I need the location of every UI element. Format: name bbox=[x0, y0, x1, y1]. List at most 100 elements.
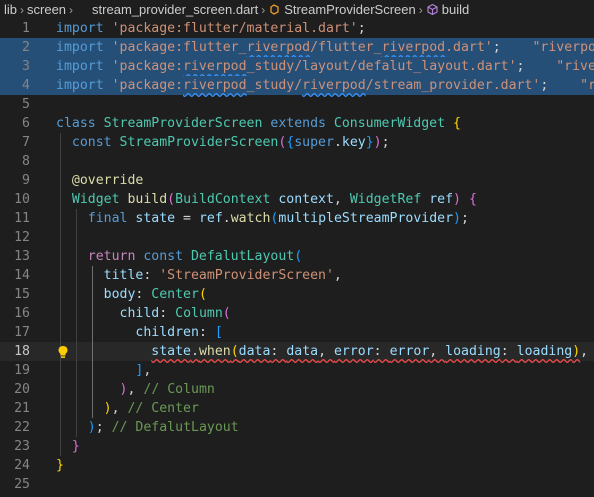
code-token: key bbox=[341, 135, 366, 150]
code-token: WidgetRef bbox=[349, 192, 430, 207]
code-token: , bbox=[127, 382, 144, 397]
breadcrumb-label-screen: screen bbox=[27, 2, 67, 17]
code-line[interactable]: 6 class StreamProviderScreen extends Cons… bbox=[0, 114, 594, 133]
line-number: 3 bbox=[22, 59, 30, 74]
code-text: return const DefalutLayout( bbox=[56, 247, 302, 266]
code-line[interactable]: 17 children: [ bbox=[0, 323, 594, 342]
code-text: ), // Center bbox=[56, 399, 199, 418]
code-token: "riverp bbox=[556, 59, 594, 74]
code-line[interactable]: 9 @override bbox=[0, 171, 594, 190]
code-line[interactable]: 7 const StreamProviderScreen({super.key}… bbox=[0, 133, 594, 152]
code-line[interactable]: 11 final state = ref.watch(multipleStrea… bbox=[0, 209, 594, 228]
breadcrumb-label-method: build bbox=[441, 2, 470, 17]
code-token: ( bbox=[294, 249, 303, 264]
code-token: 'StreamProviderScreen' bbox=[159, 268, 334, 283]
code-line[interactable]: 5 bbox=[0, 95, 594, 114]
code-text: @override bbox=[56, 171, 143, 190]
code-text: title: 'StreamProviderScreen', bbox=[56, 266, 342, 285]
breadcrumb: lib › screen › stream_provider_screen.da… bbox=[0, 0, 594, 19]
code-token: context bbox=[278, 192, 334, 207]
code-token: ) bbox=[453, 211, 461, 226]
lightbulb-icon[interactable] bbox=[57, 344, 69, 358]
code-line[interactable]: 3 import 'package:riverpod_study/layout/d… bbox=[0, 57, 594, 76]
line-number: 5 bbox=[22, 97, 30, 112]
line-number: 21 bbox=[14, 401, 30, 416]
line-number: 23 bbox=[14, 439, 30, 454]
breadcrumb-class[interactable]: StreamProviderScreen bbox=[268, 2, 416, 17]
code-token: Column bbox=[175, 306, 223, 321]
breadcrumb-lib[interactable]: lib bbox=[4, 2, 17, 17]
code-line[interactable]: 8 bbox=[0, 152, 594, 171]
class-icon bbox=[268, 3, 281, 16]
code-token: StreamProviderScreen bbox=[103, 116, 271, 131]
code-line[interactable]: 23 } bbox=[0, 437, 594, 456]
code-line[interactable]: 20 ), // Column bbox=[0, 380, 594, 399]
code-token: // DefalutLayout bbox=[111, 420, 239, 435]
code-token: error bbox=[333, 344, 374, 359]
line-number: 12 bbox=[14, 230, 30, 245]
line-number: 4 bbox=[22, 78, 30, 93]
code-token: : bbox=[373, 344, 390, 359]
dart-file-icon bbox=[76, 3, 89, 16]
code-text: const StreamProviderScreen({super.key}); bbox=[56, 133, 390, 152]
code-line[interactable]: 1 import 'package:flutter/material.dart'; bbox=[0, 19, 594, 38]
code-line[interactable]: 16 child: Column( bbox=[0, 304, 594, 323]
code-token: } bbox=[71, 439, 80, 454]
code-line[interactable]: 10 Widget build(BuildContext context, Wi… bbox=[0, 190, 594, 209]
code-token: BuildContext bbox=[175, 192, 279, 207]
code-token: riverpod bbox=[381, 40, 446, 55]
breadcrumb-screen[interactable]: screen bbox=[27, 2, 66, 17]
code-line[interactable]: 15 body: Center( bbox=[0, 285, 594, 304]
code-line[interactable]: 24} bbox=[0, 456, 594, 475]
breadcrumb-method[interactable]: build bbox=[426, 2, 469, 17]
code-token: watch bbox=[230, 211, 271, 226]
code-token: riverpod bbox=[246, 40, 311, 55]
code-token: ( bbox=[198, 287, 207, 302]
code-token: final bbox=[87, 211, 136, 226]
code-token: const bbox=[143, 249, 191, 264]
code-line[interactable]: 2 import 'package:flutter_riverpod/flutte… bbox=[0, 38, 594, 57]
code-line[interactable]: 4 import 'package:riverpod_study/riverpod… bbox=[0, 76, 594, 95]
code-token: ; bbox=[492, 40, 501, 55]
code-token: when bbox=[198, 344, 231, 359]
code-line[interactable]: 14 title: 'StreamProviderScreen', bbox=[0, 266, 594, 285]
code-line[interactable]: 18 state.when(data: data, error: error, … bbox=[0, 342, 594, 361]
code-text: ); // DefalutLayout bbox=[56, 418, 239, 437]
code-token: ref bbox=[429, 192, 454, 207]
code-editor[interactable]: 1 import 'package:flutter/material.dart';… bbox=[0, 19, 594, 497]
code-token: ; bbox=[95, 420, 112, 435]
code-line[interactable]: 12 bbox=[0, 228, 594, 247]
code-line[interactable]: 25 bbox=[0, 475, 594, 494]
code-token: data bbox=[286, 344, 319, 359]
code-token: StreamProviderScreen bbox=[119, 135, 279, 150]
line-number: 9 bbox=[22, 173, 30, 188]
indent-guide bbox=[92, 266, 93, 418]
line-number: 10 bbox=[14, 192, 30, 207]
line-number: 13 bbox=[14, 249, 30, 264]
code-line[interactable]: 13 return const DefalutLayout( bbox=[0, 247, 594, 266]
code-line[interactable]: 21 ), // Center bbox=[0, 399, 594, 418]
code-token: /stream_provider.dart' bbox=[365, 78, 541, 93]
code-line[interactable]: 19 ], bbox=[0, 361, 594, 380]
breadcrumb-file[interactable]: stream_provider_screen.dart bbox=[76, 2, 258, 17]
code-token: "riv bbox=[580, 78, 594, 93]
line-number: 1 bbox=[22, 21, 30, 36]
code-line[interactable]: 22 ); // DefalutLayout bbox=[0, 418, 594, 437]
code-token: , bbox=[143, 363, 152, 378]
code-token: 'package: bbox=[111, 78, 184, 93]
code-token: title bbox=[103, 268, 144, 283]
code-token: , bbox=[333, 268, 342, 283]
code-token: : bbox=[270, 344, 287, 359]
code-token: : bbox=[198, 325, 215, 340]
code-token: const bbox=[71, 135, 120, 150]
code-token: riverpod bbox=[183, 78, 247, 93]
code-text: children: [ bbox=[56, 323, 222, 342]
code-token: state bbox=[135, 211, 184, 226]
code-token: ConsumerWidget bbox=[333, 116, 453, 131]
